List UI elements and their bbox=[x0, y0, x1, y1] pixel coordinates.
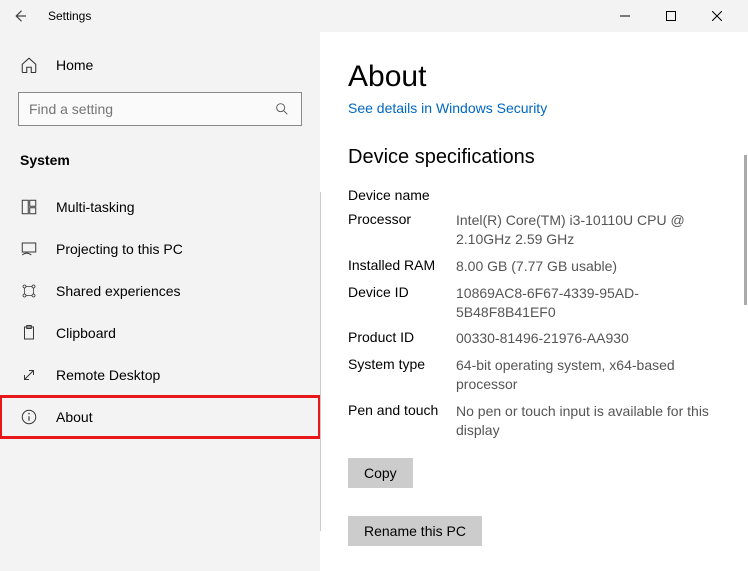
spec-key: Device ID bbox=[348, 284, 456, 322]
content-pane: About See details in Windows Security De… bbox=[320, 32, 748, 571]
shared-experiences-icon bbox=[20, 282, 38, 300]
window-title: Settings bbox=[48, 9, 91, 23]
spec-key: Installed RAM bbox=[348, 257, 456, 276]
section-header-system: System bbox=[0, 144, 320, 186]
remote-desktop-icon bbox=[20, 366, 38, 384]
search-icon bbox=[273, 100, 291, 118]
sidebar-item-shared[interactable]: Shared experiences bbox=[0, 270, 320, 312]
minimize-icon bbox=[620, 11, 630, 21]
sidebar-item-label: Projecting to this PC bbox=[56, 241, 183, 257]
maximize-button[interactable] bbox=[648, 0, 694, 32]
maximize-icon bbox=[666, 11, 676, 21]
sidebar: Home System Multi-tasking Projecting to … bbox=[0, 32, 320, 571]
sidebar-item-clipboard[interactable]: Clipboard bbox=[0, 312, 320, 354]
close-icon bbox=[712, 11, 722, 21]
spec-value: 8.00 GB (7.77 GB usable) bbox=[456, 257, 617, 276]
spec-value: 10869AC8-6F67-4339-95AD-5B48F8B41EF0 bbox=[456, 284, 724, 322]
spec-value: No pen or touch input is available for t… bbox=[456, 402, 724, 440]
home-icon bbox=[20, 56, 38, 74]
security-link[interactable]: See details in Windows Security bbox=[348, 100, 724, 116]
projecting-icon bbox=[20, 240, 38, 258]
spec-key: System type bbox=[348, 356, 456, 394]
device-name-label: Device name bbox=[348, 187, 456, 203]
sidebar-item-label: Clipboard bbox=[56, 325, 116, 341]
spec-value: 64-bit operating system, x64-based proce… bbox=[456, 356, 724, 394]
sidebar-item-label: Multi-tasking bbox=[56, 199, 135, 215]
vertical-divider bbox=[320, 192, 321, 531]
sidebar-item-about[interactable]: About bbox=[0, 396, 320, 438]
page-title: About bbox=[348, 60, 724, 94]
home-nav[interactable]: Home bbox=[0, 44, 320, 86]
sidebar-item-label: About bbox=[56, 409, 93, 425]
spec-value: 00330-81496-21976-AA930 bbox=[456, 329, 629, 348]
spec-value: Intel(R) Core(TM) i3-10110U CPU @ 2.10GH… bbox=[456, 211, 724, 249]
home-label: Home bbox=[56, 57, 93, 73]
clipboard-icon bbox=[20, 324, 38, 342]
back-button[interactable] bbox=[8, 4, 32, 28]
spec-key: Product ID bbox=[348, 329, 456, 348]
sidebar-item-multitasking[interactable]: Multi-tasking bbox=[0, 186, 320, 228]
search-input[interactable] bbox=[29, 101, 265, 117]
scrollbar-thumb[interactable] bbox=[744, 155, 747, 305]
copy-button[interactable]: Copy bbox=[348, 458, 413, 488]
minimize-button[interactable] bbox=[602, 0, 648, 32]
search-box[interactable] bbox=[18, 92, 302, 126]
titlebar: Settings bbox=[0, 0, 748, 32]
sidebar-item-label: Shared experiences bbox=[56, 283, 181, 299]
spec-key: Processor bbox=[348, 211, 456, 249]
rename-pc-button[interactable]: Rename this PC bbox=[348, 516, 482, 546]
close-button[interactable] bbox=[694, 0, 740, 32]
sidebar-item-projecting[interactable]: Projecting to this PC bbox=[0, 228, 320, 270]
back-arrow-icon bbox=[11, 7, 29, 25]
device-spec-header: Device specifications bbox=[348, 146, 724, 169]
multitasking-icon bbox=[20, 198, 38, 216]
sidebar-item-label: Remote Desktop bbox=[56, 367, 160, 383]
sidebar-item-remote-desktop[interactable]: Remote Desktop bbox=[0, 354, 320, 396]
spec-key: Pen and touch bbox=[348, 402, 456, 440]
info-icon bbox=[20, 408, 38, 426]
